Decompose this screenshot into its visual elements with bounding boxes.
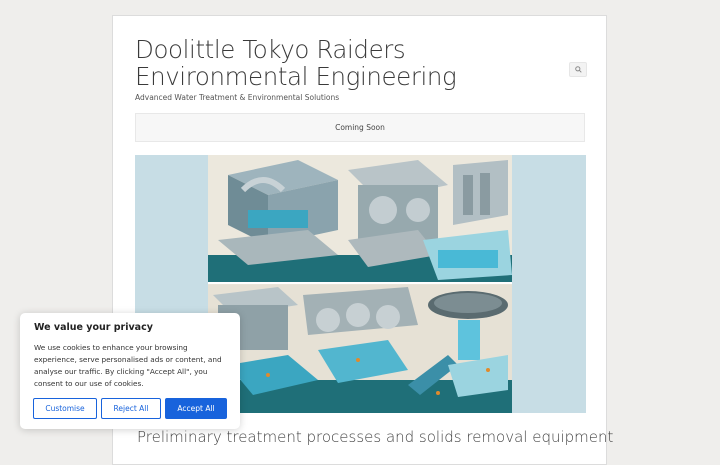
cookie-banner-title: We value your privacy [34,322,153,333]
customise-button[interactable]: Customise [33,398,97,419]
search-icon [574,66,582,73]
cookie-consent-banner: We value your privacy We use cookies to … [20,313,240,429]
post-title[interactable]: Preliminary treatment processes and soli… [137,428,613,446]
reject-all-button[interactable]: Reject All [101,398,161,419]
main-navigation: Coming Soon [135,113,585,142]
nav-item-coming-soon[interactable]: Coming Soon [335,123,385,132]
site-title[interactable]: Doolittle Tokyo Raiders Environmental En… [135,36,535,90]
accept-all-button[interactable]: Accept All [165,398,227,419]
cookie-banner-text: We use cookies to enhance your browsing … [34,343,222,388]
site-tagline: Advanced Water Treatment & Environmental… [135,93,340,102]
water-treatment-illustration [208,155,512,413]
search-button[interactable] [569,62,587,77]
